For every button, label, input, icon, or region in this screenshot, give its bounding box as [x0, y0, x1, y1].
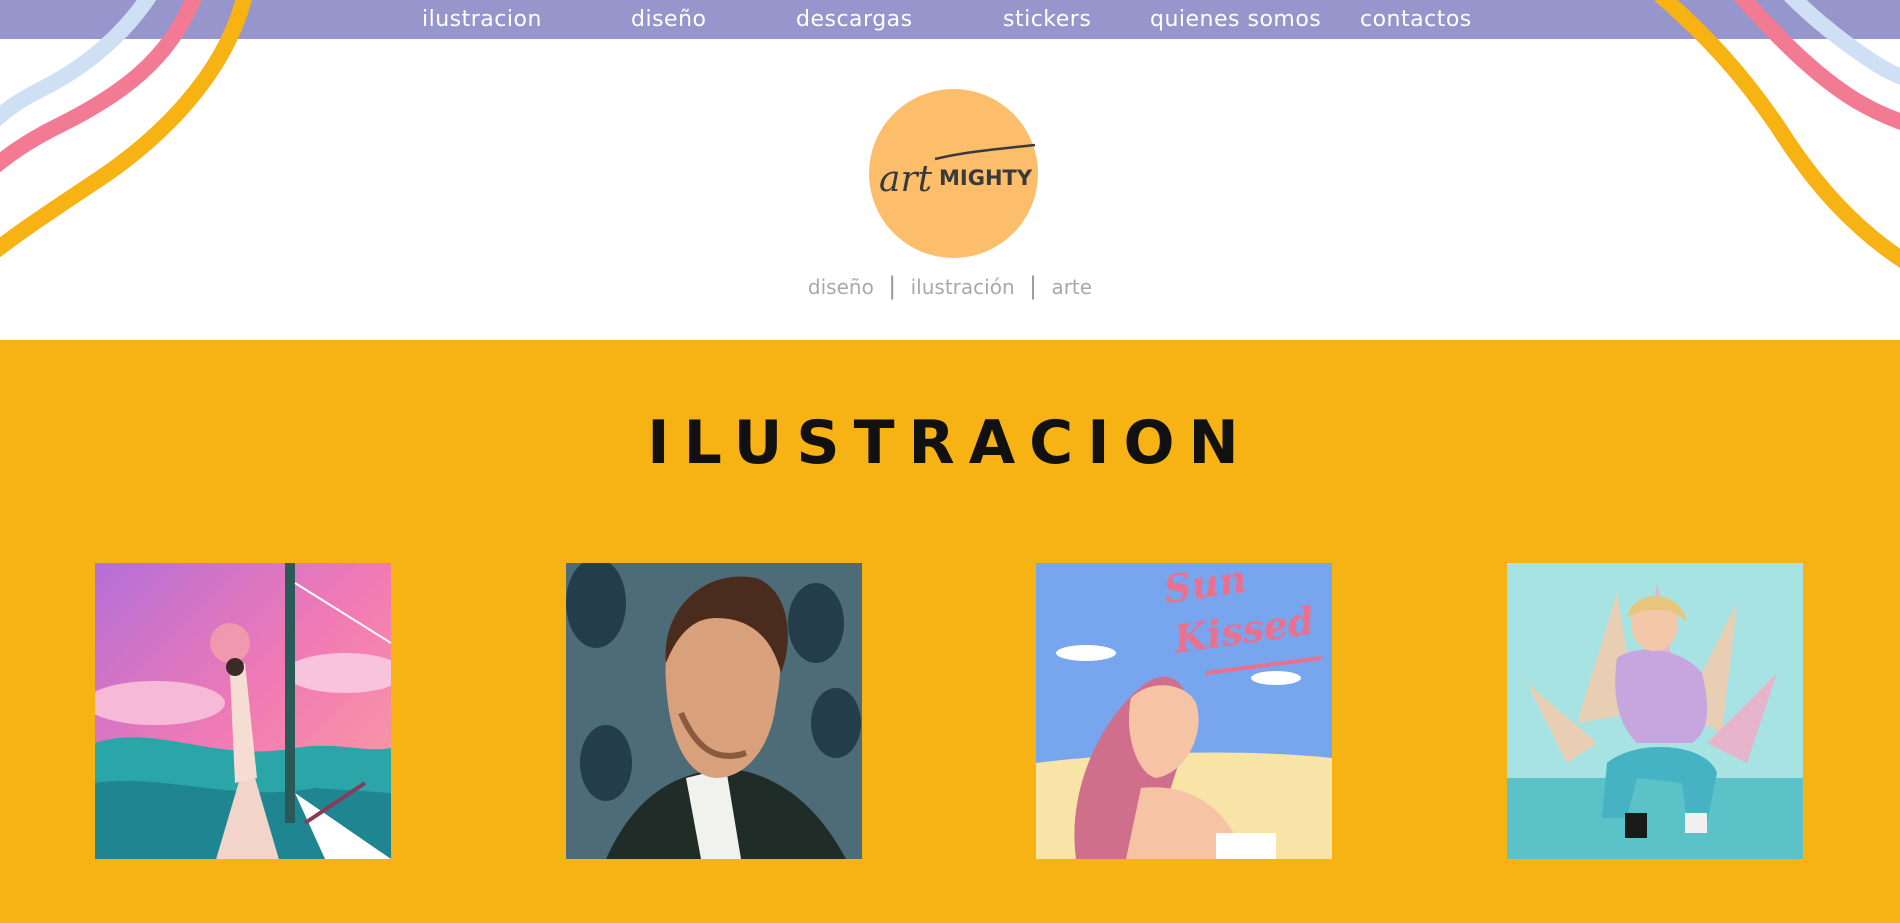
nav-link-ilustracion[interactable]: ilustracion: [422, 0, 542, 39]
nav-link-diseno[interactable]: diseño: [631, 0, 706, 39]
tagline-arte: arte: [1051, 275, 1093, 299]
decorative-ribbons-right: [1654, 0, 1900, 268]
section-title: ILUSTRACION: [647, 408, 1253, 478]
illustration-girl-kneeling[interactable]: [1507, 563, 1803, 859]
logo-bold-text: MIGHTY: [939, 166, 1033, 190]
logo-script-text: art: [879, 159, 933, 200]
illustration-girl-on-sailboat[interactable]: [95, 563, 391, 859]
nav-link-contactos[interactable]: contactos: [1360, 0, 1472, 39]
ilustracion-section: ILUSTRACION Sun Kissed: [0, 340, 1900, 923]
nav-link-stickers[interactable]: stickers: [1003, 0, 1091, 39]
illustration-man-portrait[interactable]: [566, 563, 862, 859]
tagline-separator: |: [1028, 272, 1038, 300]
illustration-sun-kissed[interactable]: Sun Kissed: [1036, 563, 1332, 859]
tagline: diseño | ilustración | arte: [0, 272, 1900, 300]
tagline-ilustracion: ilustración: [910, 275, 1015, 299]
decorative-ribbons-left: [0, 0, 252, 258]
tagline-diseno: diseño: [807, 275, 874, 299]
nav-link-quienes-somos[interactable]: quienes somos: [1150, 0, 1321, 39]
nav-link-descargas[interactable]: descargas: [796, 0, 913, 39]
top-navigation-bar: ilustracion diseño descargas stickers qu…: [0, 0, 1900, 39]
artmighty-logo[interactable]: art MIGHTY: [869, 89, 1038, 258]
tagline-separator: |: [888, 272, 897, 300]
